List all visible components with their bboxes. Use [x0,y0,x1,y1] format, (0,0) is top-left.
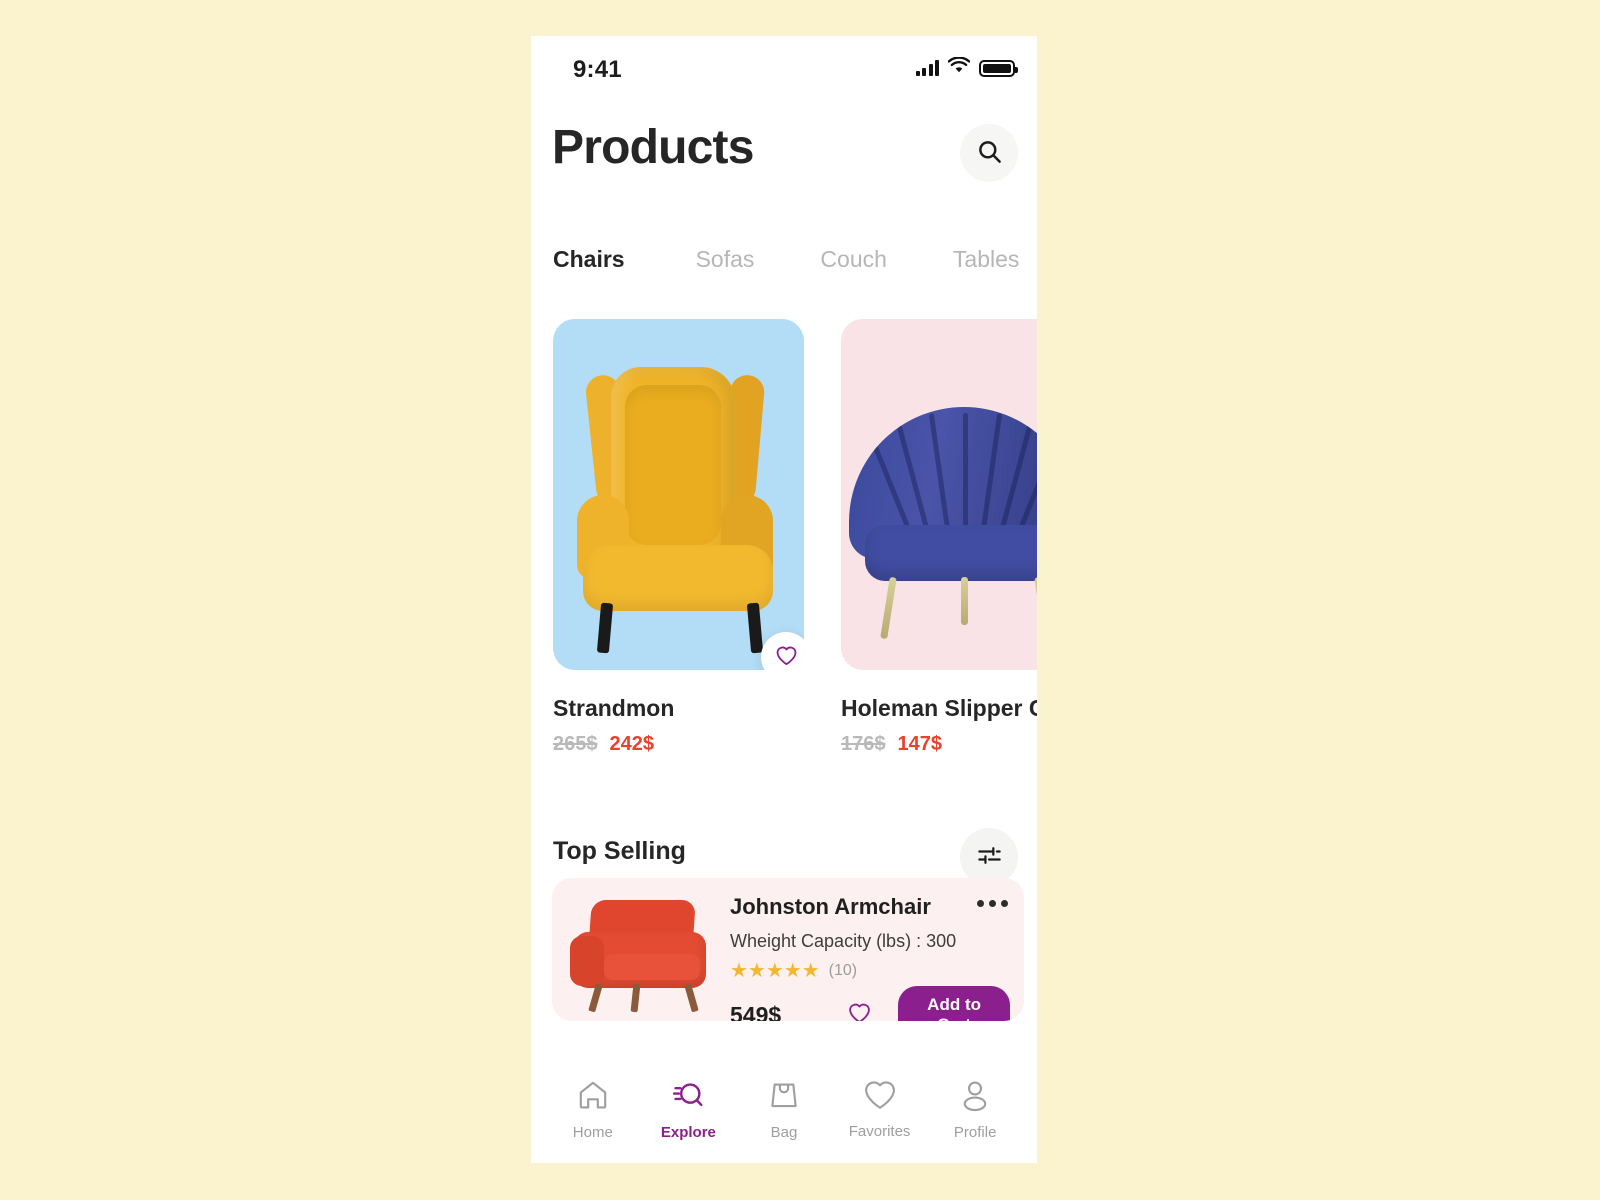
explore-search-icon [671,1078,705,1117]
bottom-navigation: Home Explore Bag Favorites Profile [531,1063,1037,1163]
red-armchair-illustration [570,900,710,1013]
heart-icon [863,1079,897,1116]
product-image [841,319,1037,670]
nav-label: Favorites [848,1122,911,1140]
nav-label: Explore [660,1123,716,1141]
product-new-price: 242$ [609,733,655,755]
page-root: 9:41 Products Chairs Sofas Couch Tables … [0,0,1600,1200]
yellow-wing-chair-illustration [571,367,786,657]
sliders-filter-icon [976,842,1003,872]
product-prices: 265$ 242$ [553,733,804,756]
heart-icon [775,645,798,669]
phone-screen: 9:41 Products Chairs Sofas Couch Tables … [531,36,1037,1163]
add-to-cart-button[interactable]: Add to Cart [898,986,1010,1021]
product-carousel[interactable]: Strandmon 265$ 242$ Holeman Slipper Chai… [531,319,1037,759]
bag-icon [767,1078,801,1117]
nav-label: Home [572,1123,613,1141]
page-title: Products [552,121,754,174]
tab-tables[interactable]: Tables [953,246,1019,273]
section-title: Top Selling [553,837,686,865]
top-selling-footer: 549$ Add to Cart [730,986,1010,1021]
wifi-icon [947,56,971,79]
tab-sofas[interactable]: Sofas [696,246,755,273]
top-selling-details: Johnston Armchair Wheight Capacity (lbs)… [730,894,1010,981]
status-time: 9:41 [573,56,622,83]
top-selling-name: Johnston Armchair [730,894,931,919]
review-count: (10) [828,962,858,979]
home-icon [576,1078,610,1117]
nav-item-favorites[interactable]: Favorites [838,1079,922,1140]
battery-icon [979,59,1018,77]
cellular-signal-icon [915,60,939,76]
top-selling-card[interactable]: Johnston Armchair Wheight Capacity (lbs)… [552,878,1024,1021]
top-selling-image [556,884,720,1016]
search-icon [976,138,1003,168]
top-selling-price: 549$ [730,1001,782,1022]
top-selling-spec: Wheight Capacity (lbs) : 300 [730,931,957,951]
person-icon [958,1078,992,1117]
product-name: Strandmon [553,695,675,721]
search-button[interactable] [960,124,1018,182]
header: Products [531,98,1037,208]
more-dots-icon[interactable] [977,900,1008,907]
nav-label: Bag [770,1123,798,1141]
nav-label: Profile [953,1123,997,1141]
product-image [553,319,804,670]
nav-item-profile[interactable]: Profile [933,1078,1017,1141]
nav-item-explore[interactable]: Explore [646,1078,730,1141]
product-card[interactable]: Strandmon 265$ 242$ [553,319,804,756]
product-old-price: 265$ [553,733,598,755]
heart-icon [847,1002,872,1021]
star-rating: ★★★★★ [730,960,820,982]
favorite-button[interactable] [847,1002,872,1021]
product-card[interactable]: Holeman Slipper Chair 176$ 147$ [841,319,1037,756]
nav-item-home[interactable]: Home [551,1078,635,1141]
product-name: Holeman Slipper Chair [841,695,1037,721]
status-icons [915,56,1018,79]
tab-couch[interactable]: Couch [820,246,886,273]
product-prices: 176$ 147$ [841,733,1037,756]
tab-chairs[interactable]: Chairs [553,246,625,273]
product-old-price: 176$ [841,733,886,755]
category-tabs: Chairs Sofas Couch Tables [531,232,1037,286]
rating: ★★★★★ (10) [730,961,1010,981]
nav-item-bag[interactable]: Bag [742,1078,826,1141]
blue-tub-chair-illustration [849,407,1037,640]
product-new-price: 147$ [897,733,943,755]
status-bar: 9:41 [531,36,1037,98]
